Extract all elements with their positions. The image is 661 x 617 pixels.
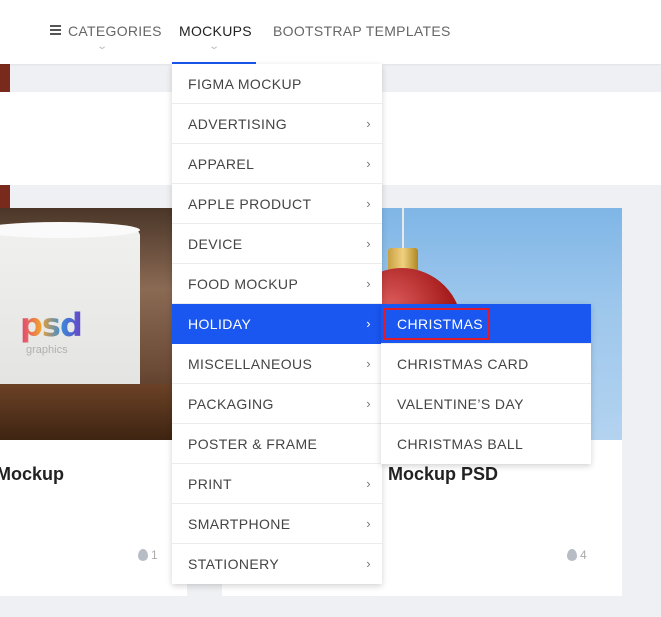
- chevron-right-icon: ›: [366, 156, 371, 171]
- menu-icon: [50, 25, 61, 35]
- nav-categories-label: CATEGORIES: [68, 23, 162, 39]
- menu-item-advertising[interactable]: ADVERTISING ›: [172, 104, 382, 144]
- menu-item-label: FOOD MOCKUP: [188, 275, 299, 292]
- menu-item-device[interactable]: DEVICE ›: [172, 224, 382, 264]
- popularity-count: 1: [151, 548, 158, 562]
- menu-item-label: PRINT: [188, 475, 232, 492]
- flame-icon: [138, 549, 148, 561]
- chevron-right-icon: ›: [366, 556, 371, 571]
- nav-mockups[interactable]: MOCKUPS ⌄: [172, 0, 256, 64]
- chevron-right-icon: ›: [366, 396, 371, 411]
- menu-item-label: DEVICE: [188, 235, 243, 252]
- submenu-item-label: CHRISTMAS BALL: [397, 436, 524, 452]
- menu-item-label: STATIONERY: [188, 556, 280, 572]
- submenu-item-label: CHRISTMAS CARD: [397, 355, 529, 372]
- top-navigation: CATEGORIES ⌄ MOCKUPS ⌄ BOOTSTRAP TEMPLAT…: [0, 0, 661, 64]
- menu-item-label: FIGMA MOCKUP: [188, 75, 302, 92]
- submenu-item-valentine-s-day[interactable]: VALENTINE’S DAY: [381, 384, 591, 424]
- menu-item-apparel[interactable]: APPAREL ›: [172, 144, 382, 184]
- menu-item-label: HOLIDAY: [188, 315, 252, 332]
- chevron-right-icon: ›: [366, 236, 371, 251]
- menu-item-label: PACKAGING: [188, 395, 274, 412]
- menu-item-food-mockup[interactable]: FOOD MOCKUP ›: [172, 264, 382, 304]
- menu-item-print[interactable]: PRINT ›: [172, 464, 382, 504]
- submenu-item-christmas-card[interactable]: CHRISTMAS CARD: [381, 344, 591, 384]
- card-title[interactable]: l Mockup PSD: [378, 464, 498, 485]
- nav-bootstrap-label: BOOTSTRAP TEMPLATES: [273, 23, 451, 39]
- card-title[interactable]: Mockup: [0, 464, 64, 485]
- menu-item-packaging[interactable]: PACKAGING ›: [172, 384, 382, 424]
- menu-item-miscellaneous[interactable]: MISCELLANEOUS ›: [172, 344, 382, 384]
- chevron-right-icon: ›: [366, 276, 371, 291]
- chevron-right-icon: ›: [366, 316, 371, 331]
- submenu-item-christmas-ball[interactable]: CHRISTMAS BALL: [381, 424, 591, 464]
- holiday-submenu: CHRISTMAS CHRISTMAS CARD VALENTINE’S DAY CH…: [381, 304, 591, 464]
- submenu-item-label: VALENTINE’S DAY: [397, 395, 524, 412]
- chevron-right-icon: ›: [366, 516, 371, 531]
- menu-item-apple-product[interactable]: APPLE PRODUCT ›: [172, 184, 382, 224]
- card-popularity: 4: [567, 548, 587, 562]
- menu-item-label: ADVERTISING: [188, 115, 288, 132]
- menu-item-holiday[interactable]: HOLIDAY ›: [172, 304, 382, 344]
- highlight-box: [384, 308, 489, 340]
- chevron-right-icon: ›: [366, 116, 371, 131]
- menu-item-label: MISCELLANEOUS: [188, 355, 313, 372]
- chevron-right-icon: ›: [366, 356, 371, 371]
- menu-item-label: APPLE PRODUCT: [188, 195, 312, 212]
- psd-logo-sub: graphics: [26, 344, 68, 356]
- card-image[interactable]: psd graphics: [0, 208, 187, 440]
- menu-item-poster-frame[interactable]: POSTER & FRAME: [172, 424, 382, 464]
- psd-logo: psd: [20, 306, 83, 344]
- menu-item-label: SMARTPHONE: [188, 515, 291, 532]
- chevron-down-icon: ⌄: [208, 41, 221, 52]
- menu-item-stationery[interactable]: STATIONERY ›: [172, 544, 382, 584]
- flame-icon: [567, 549, 577, 561]
- ornament-string: [402, 208, 404, 250]
- chevron-right-icon: ›: [366, 476, 371, 491]
- popularity-count: 4: [580, 548, 587, 562]
- menu-item-label: APPAREL: [188, 155, 255, 172]
- nav-bootstrap-templates[interactable]: BOOTSTRAP TEMPLATES: [273, 0, 451, 64]
- nav-mockups-label: MOCKUPS: [179, 23, 252, 39]
- menu-item-figma-mockup[interactable]: FIGMA MOCKUP: [172, 64, 382, 104]
- mockup-card[interactable]: psd graphics Mockup 1: [0, 208, 187, 596]
- nav-categories[interactable]: CATEGORIES ⌄: [48, 0, 161, 64]
- menu-item-smartphone[interactable]: SMARTPHONE ›: [172, 504, 382, 544]
- submenu-item-christmas[interactable]: CHRISTMAS: [381, 304, 591, 344]
- wood-base: [0, 384, 187, 440]
- chevron-down-icon: ⌄: [96, 41, 109, 52]
- menu-item-label: POSTER & FRAME: [188, 435, 318, 452]
- card-popularity: 1: [138, 548, 158, 562]
- chevron-right-icon: ›: [366, 196, 371, 211]
- mockups-dropdown-menu: FIGMA MOCKUP ADVERTISING › APPAREL › APPLE PR…: [172, 64, 382, 584]
